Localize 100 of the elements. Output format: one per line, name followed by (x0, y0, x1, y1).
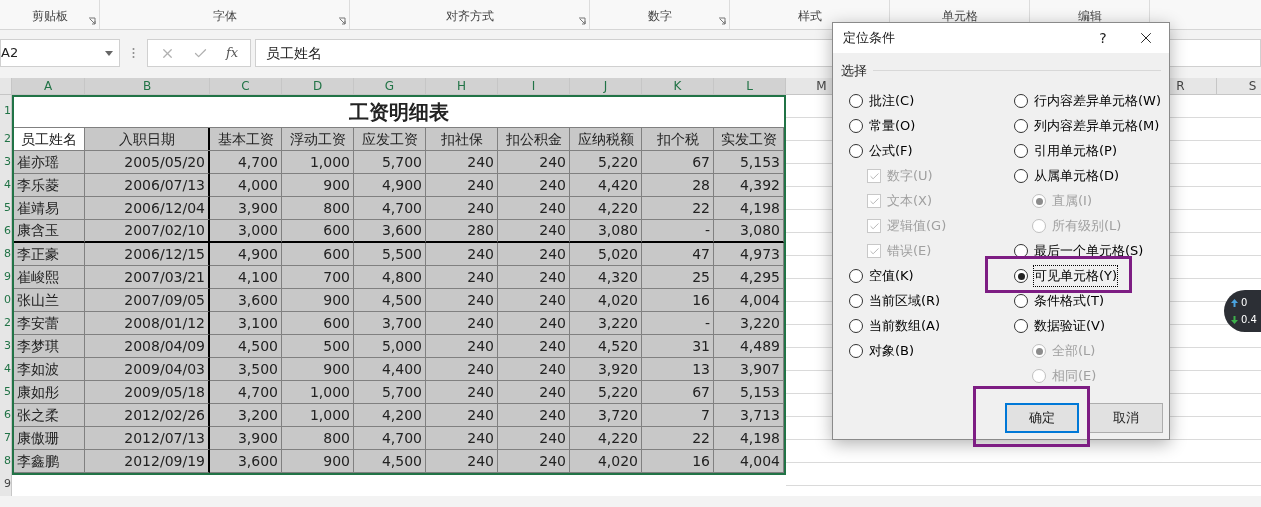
column-header[interactable]: C (210, 78, 282, 94)
table-cell: 4,004 (714, 450, 784, 473)
option-label: 当前区域(R) (869, 292, 941, 311)
option-label: 引用单元格(P) (1034, 142, 1117, 161)
option-label: 直属(I) (1052, 192, 1092, 211)
header-cell[interactable]: 扣社保 (426, 128, 498, 150)
header-cell[interactable]: 应发工资 (354, 128, 426, 150)
table-cell: 3,600 (210, 450, 282, 473)
dialog-button[interactable]: 确定 (1005, 403, 1079, 433)
option-label: 批注(C) (869, 92, 915, 111)
option-label: 数字(U) (887, 167, 933, 186)
row-header[interactable]: 5 (4, 384, 11, 401)
option-label: 相同(E) (1052, 367, 1097, 386)
radio-button[interactable] (1014, 144, 1028, 158)
radio-button[interactable] (849, 344, 863, 358)
option-label: 可见单元格(Y) (1034, 266, 1118, 286)
header-cell[interactable]: 应纳税额 (570, 128, 642, 150)
column-header[interactable]: B (85, 78, 210, 94)
ribbon-group-label: 样式 (797, 8, 822, 25)
option-label: 公式(F) (869, 142, 913, 161)
row-header[interactable]: 9 (4, 476, 11, 493)
radio-button[interactable] (849, 269, 863, 283)
option-label: 错误(E) (887, 242, 932, 261)
column-header[interactable]: G (354, 78, 426, 94)
option-label: 条件格式(T) (1034, 292, 1105, 311)
row-header[interactable]: 7 (4, 430, 11, 447)
row-header[interactable]: 2 (4, 130, 11, 148)
ribbon-group-label: 对齐方式 (445, 8, 494, 25)
option-label: 最后一个单元格(S) (1034, 242, 1144, 261)
more-icon[interactable] (132, 47, 135, 59)
option-label: 逻辑值(G) (887, 217, 947, 236)
column-header[interactable]: I (498, 78, 570, 94)
header-cell[interactable]: 基本工资 (210, 128, 282, 150)
row-header[interactable]: 6 (4, 407, 11, 424)
option-label: 对象(B) (869, 342, 915, 361)
ribbon-group-label: 单元格 (941, 8, 978, 25)
option-label: 全部(L) (1052, 342, 1096, 361)
option-label: 常量(O) (869, 117, 916, 136)
column-header[interactable]: H (426, 78, 498, 94)
column-header[interactable]: J (570, 78, 642, 94)
dialog-launcher-icon[interactable] (88, 17, 96, 25)
radio-button[interactable] (849, 119, 863, 133)
dialog-launcher-icon[interactable] (338, 17, 346, 25)
option-label: 所有级别(L) (1052, 217, 1122, 236)
header-cell[interactable]: 扣公积金 (498, 128, 570, 150)
function-icon[interactable]: fx (226, 43, 239, 63)
header-cell[interactable]: 实发工资 (714, 128, 784, 150)
radio-button[interactable] (849, 94, 863, 108)
row-header[interactable]: 0 (4, 292, 11, 309)
row-header[interactable]: 6 (4, 223, 11, 240)
row-header[interactable]: 5 (4, 200, 11, 217)
up-arrow-icon (1231, 298, 1238, 307)
table-title: 工资明细表 (349, 99, 449, 126)
table-cell: 240 (498, 450, 570, 473)
download-speed: 0.4 (1241, 313, 1257, 327)
radio-button[interactable] (849, 144, 863, 158)
radio-button[interactable] (1014, 94, 1028, 108)
row-header[interactable]: 4 (4, 177, 11, 194)
header-cell[interactable]: 扣个税 (642, 128, 714, 150)
option-label: 行内容差异单元格(W) (1034, 92, 1161, 111)
option-label: 当前数组(A) (869, 317, 941, 336)
column-header[interactable]: A (12, 78, 85, 94)
row-header[interactable]: 8 (4, 246, 11, 263)
option-label: 数据验证(V) (1034, 317, 1106, 336)
row-header[interactable]: 9 (4, 269, 11, 286)
ribbon-group-label: 剪贴板 (31, 8, 68, 25)
row-header[interactable]: 3 (4, 154, 11, 171)
row-header[interactable]: 2 (4, 315, 11, 332)
radio-button[interactable] (849, 294, 863, 308)
radio-button[interactable] (1014, 319, 1028, 333)
name-box[interactable]: A2 (0, 39, 120, 67)
dialog-button[interactable]: 取消 (1089, 403, 1163, 433)
row-header[interactable]: 3 (4, 338, 11, 355)
option-label: 列内容差异单元格(M) (1034, 117, 1160, 136)
row-header[interactable]: 1 (4, 102, 11, 120)
table-cell: 李鑫鹏 (14, 450, 85, 473)
header-cell[interactable]: 员工姓名 (14, 128, 85, 150)
option-label: 从属单元格(D) (1034, 167, 1120, 186)
radio-button[interactable] (1014, 169, 1028, 183)
table-cell: 2012/09/19 (85, 450, 210, 473)
table-cell: 4,020 (570, 450, 642, 473)
ribbon-group-label: 数字 (647, 8, 672, 25)
table-cell: 240 (426, 450, 498, 473)
header-cell[interactable]: 浮动工资 (282, 128, 354, 150)
row-header[interactable]: 8 (4, 453, 11, 470)
radio-button[interactable] (1014, 119, 1028, 133)
column-header[interactable]: K (642, 78, 714, 94)
column-header[interactable]: D (282, 78, 354, 94)
caret-icon[interactable] (105, 50, 113, 56)
dialog-launcher-icon[interactable] (578, 17, 586, 25)
upload-speed: 0 (1241, 296, 1248, 310)
column-header[interactable]: L (714, 78, 786, 94)
dialog-launcher-icon[interactable] (718, 17, 726, 25)
column-header[interactable]: S (1217, 78, 1261, 94)
radio-button[interactable] (1014, 269, 1028, 283)
radio-button[interactable] (849, 319, 863, 333)
row-header[interactable]: 4 (4, 361, 11, 378)
ribbon-group-label: 字体 (212, 8, 237, 25)
radio-button[interactable] (1014, 294, 1028, 308)
name-box-value: A2 (1, 44, 19, 63)
